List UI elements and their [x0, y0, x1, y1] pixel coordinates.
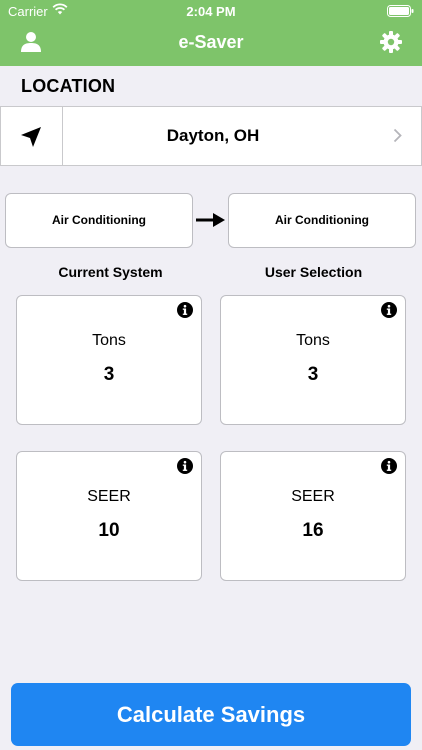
user-selection-heading: User Selection	[264, 264, 363, 280]
info-icon[interactable]	[381, 458, 397, 474]
card-value: 16	[302, 520, 324, 541]
card-label: Tons	[296, 332, 330, 349]
location-city: Dayton, OH	[166, 126, 260, 145]
location-button[interactable]	[0, 107, 63, 165]
current-tons-card[interactable]: Tons 3	[16, 295, 202, 425]
selected-seer-card[interactable]: SEER 16	[220, 451, 406, 581]
card-value: 10	[98, 520, 120, 541]
info-icon[interactable]	[177, 302, 193, 318]
card-label: SEER	[291, 488, 335, 505]
card-value: 3	[103, 364, 115, 385]
info-icon[interactable]	[381, 302, 397, 318]
info-icon[interactable]	[177, 458, 193, 474]
card-value: 3	[307, 364, 319, 385]
status-bar: Carrier 2:04 PM	[0, 0, 422, 22]
chevron-right-icon	[393, 128, 402, 143]
status-time: 2:04 PM	[186, 4, 236, 19]
app-title: e-Saver	[178, 32, 244, 52]
selected-system-type-button[interactable]: Air Conditioning	[228, 193, 416, 248]
location-row[interactable]: Dayton, OH	[0, 106, 422, 166]
location-arrow-icon	[21, 127, 41, 147]
card-label: Tons	[92, 332, 126, 349]
arrow-right-icon	[196, 213, 225, 227]
card-label: SEER	[87, 488, 131, 505]
top-bar: Carrier 2:04 PM e-Saver	[0, 0, 422, 66]
current-system-type-button[interactable]: Air Conditioning	[5, 193, 193, 248]
gear-icon[interactable]	[380, 31, 402, 58]
current-system-heading: Current System	[58, 264, 163, 280]
location-section-title: LOCATION	[21, 76, 116, 96]
selected-tons-card[interactable]: Tons 3	[220, 295, 406, 425]
current-seer-card[interactable]: SEER 10	[16, 451, 202, 581]
calculate-savings-button[interactable]: Calculate Savings	[11, 683, 411, 746]
battery-icon	[387, 5, 414, 20]
